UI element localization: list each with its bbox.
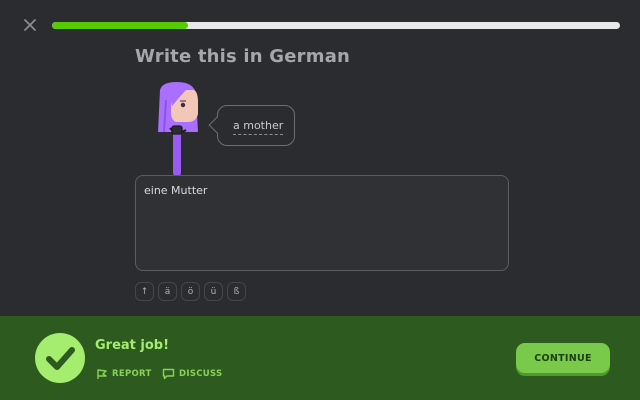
- progress-bar: [52, 22, 620, 29]
- discuss-button[interactable]: DISCUSS: [162, 368, 222, 380]
- continue-button[interactable]: CONTINUE: [516, 343, 610, 373]
- special-characters: ↑ ä ö ü ß: [135, 282, 246, 301]
- challenge-title: Write this in German: [135, 46, 351, 67]
- key-a-umlaut[interactable]: ä: [158, 282, 177, 301]
- top-bar: [0, 0, 640, 52]
- discuss-label: DISCUSS: [179, 369, 223, 379]
- comment-icon: [162, 368, 175, 380]
- close-button[interactable]: [20, 15, 40, 35]
- key-eszett[interactable]: ß: [227, 282, 246, 301]
- progress-fill: [52, 22, 189, 29]
- feedback-footer: Great job! REPORT DISCUSS CONTINUE: [0, 316, 640, 400]
- checkmark-icon: [46, 347, 75, 370]
- prompt-phrase[interactable]: a mother: [233, 119, 284, 135]
- answer-textarea[interactable]: eine Mutter: [135, 175, 509, 271]
- success-badge: [35, 333, 85, 383]
- speech-bubble: a mother: [208, 105, 295, 146]
- report-label: REPORT: [112, 369, 152, 379]
- key-o-umlaut[interactable]: ö: [181, 282, 200, 301]
- close-icon: [24, 19, 36, 31]
- flag-icon: [97, 369, 107, 379]
- character-illustration: [152, 80, 212, 180]
- key-u-umlaut[interactable]: ü: [204, 282, 223, 301]
- report-button[interactable]: REPORT: [96, 368, 152, 380]
- feedback-message: Great job!: [95, 338, 170, 353]
- key-shift[interactable]: ↑: [135, 282, 154, 301]
